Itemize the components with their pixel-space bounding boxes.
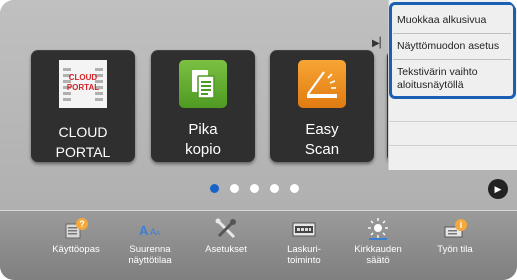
bottom-item-label: Kirkkauden säätö: [354, 244, 402, 266]
enlarge-display-icon: A A A: [138, 217, 162, 241]
counter-icon: [292, 217, 316, 241]
bottom-item-job-status[interactable]: i Työn tila: [421, 213, 489, 280]
home-screen: CLOUD PORTAL CLOUD PORTAL Pika kopio Eas…: [0, 0, 517, 280]
bottom-item-brightness[interactable]: Kirkkauden säätö: [344, 213, 412, 280]
drawer-divider: [389, 145, 517, 146]
page-dot-4[interactable]: [270, 184, 279, 193]
cloud-portal-icon: CLOUD PORTAL: [59, 60, 107, 108]
bottom-item-label: Asetukset: [205, 244, 247, 255]
page-dot-3[interactable]: [250, 184, 259, 193]
scan-icon: [298, 60, 346, 108]
page-dot-5[interactable]: [290, 184, 299, 193]
bottom-item-label: Laskuri- toiminto: [287, 244, 321, 266]
cloud-icon-text-1: CLOUD: [69, 73, 98, 82]
bottom-item-label: Suurenna näyttötilaa: [128, 244, 172, 266]
bottom-item-enlarge-display[interactable]: A A A Suurenna näyttötilaa: [116, 213, 184, 280]
drawer-handle-icon[interactable]: ▶︎▏: [372, 36, 387, 52]
svg-text:A: A: [139, 223, 149, 238]
bottom-item-label: Käyttöopas: [52, 244, 100, 255]
cloud-icon-text-2: PORTAL: [67, 83, 99, 92]
page-dot-1[interactable]: [210, 184, 219, 193]
drawer-divider: [389, 121, 517, 122]
svg-text:A: A: [156, 231, 160, 237]
tile-label: Easy Scan: [304, 121, 340, 158]
tile-label: Pika kopio: [185, 121, 221, 158]
page-dot-2[interactable]: [230, 184, 239, 193]
tile-label: CLOUD PORTAL: [55, 124, 111, 160]
svg-text:i: i: [460, 220, 463, 230]
tile-quick-copy[interactable]: Pika kopio: [151, 50, 255, 162]
job-status-icon: i: [443, 217, 467, 241]
svg-text:?: ?: [79, 219, 85, 229]
tile-easy-scan[interactable]: Easy Scan: [270, 50, 374, 162]
menu-highlight-frame: [389, 2, 516, 99]
next-page-icon[interactable]: ▶: [488, 179, 508, 199]
copy-icon: [179, 60, 227, 108]
bottom-item-counter[interactable]: Laskuri- toiminto: [270, 213, 338, 280]
bottom-item-label: Työn tila: [437, 244, 473, 255]
bottom-item-manual[interactable]: ? Käyttöopas: [42, 213, 110, 280]
manual-icon: ?: [64, 217, 88, 241]
bottom-item-settings[interactable]: Asetukset: [192, 213, 260, 280]
brightness-icon: [366, 217, 390, 241]
settings-tools-icon: [214, 217, 238, 241]
tile-cloud-portal[interactable]: CLOUD PORTAL CLOUD PORTAL: [31, 50, 135, 162]
